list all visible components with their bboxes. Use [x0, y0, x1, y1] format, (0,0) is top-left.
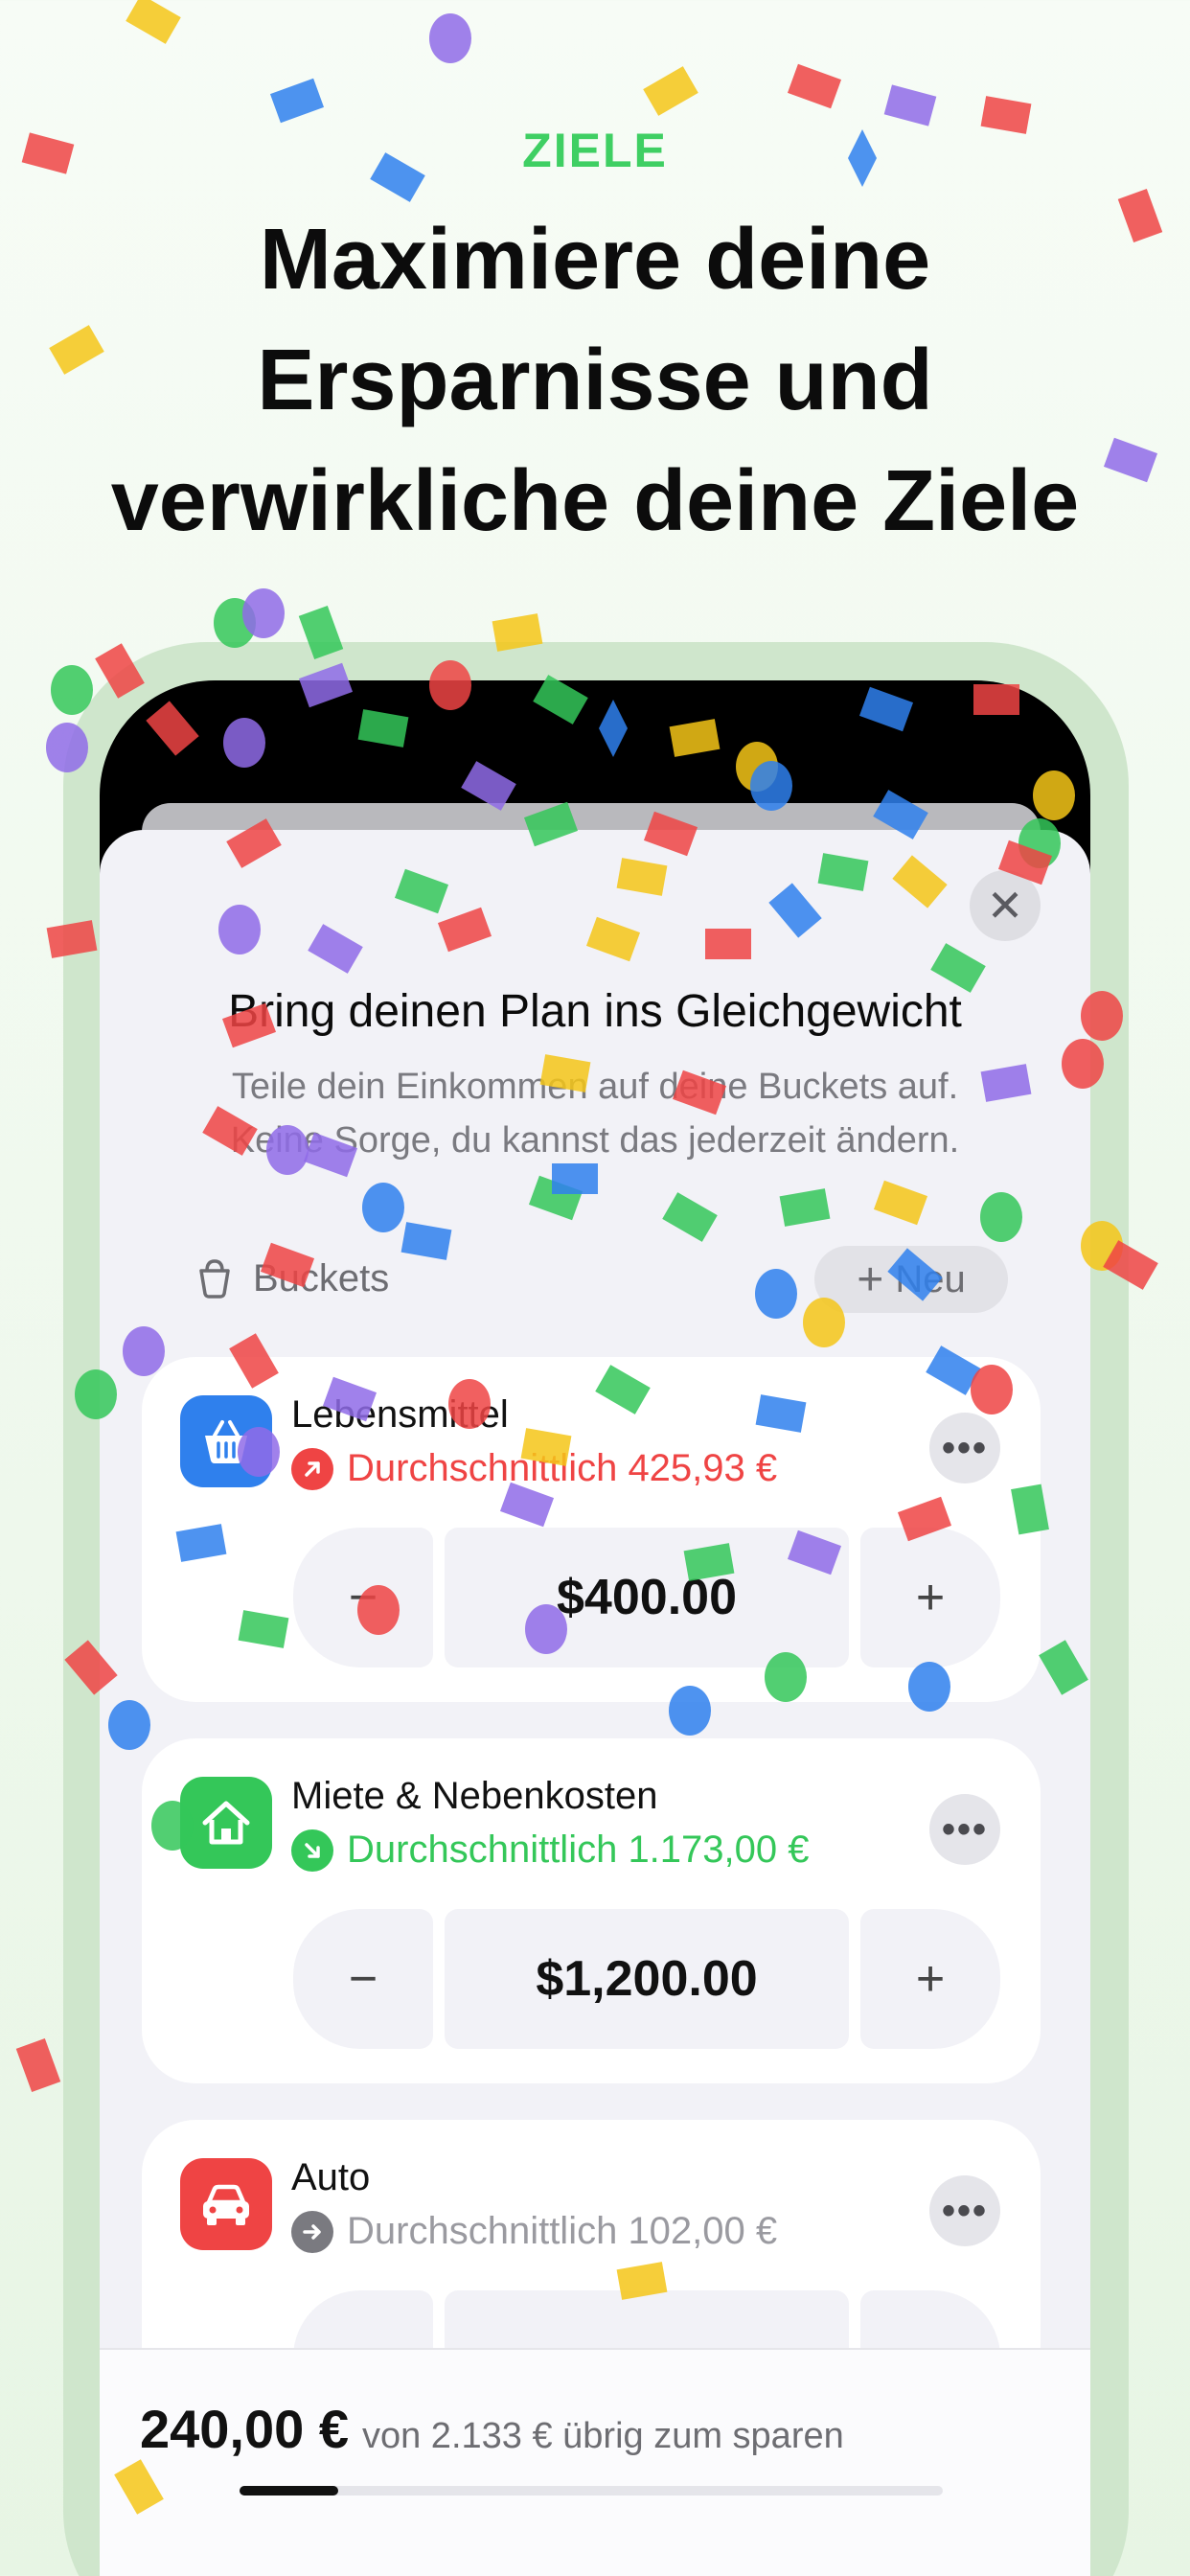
buckets-label: Buckets: [253, 1256, 390, 1300]
confetti-piece: [429, 13, 471, 63]
bucket-average: Durchschnittlich 425,93 €: [291, 1447, 777, 1490]
confetti-piece: [242, 588, 285, 638]
trend-down-icon: [291, 1828, 333, 1872]
headline-block: ZIELE Maximiere deine Ersparnisse und ve…: [0, 123, 1190, 562]
new-bucket-label: Neu: [895, 1257, 966, 1300]
bucket-average-text: Durchschnittlich 1.173,00 €: [347, 1828, 810, 1871]
amount-field[interactable]: $400.00: [445, 1528, 849, 1668]
ellipsis-icon: •••: [941, 1426, 988, 1469]
confetti-piece: [269, 78, 325, 124]
eyebrow-label: ZIELE: [522, 124, 668, 177]
more-options-button[interactable]: •••: [929, 1413, 1000, 1484]
remaining-description: von 2.133 € übrig zum sparen: [361, 2416, 844, 2456]
trend-up-icon: [291, 1447, 333, 1490]
close-icon: ✕: [986, 881, 1024, 931]
savings-summary: 240,00 € von 2.133 € übrig zum sparen: [140, 2398, 844, 2460]
bucket-card-lebensmittel: Lebensmittel Durchschnittlich 425,93 € •…: [142, 1357, 1041, 1702]
remaining-amount: 240,00 €: [140, 2399, 349, 2459]
summary-footer: [100, 2348, 1090, 2576]
sheet-title: Bring deinen Plan ins Gleichgewicht: [228, 986, 962, 1037]
bucket-average: Durchschnittlich 1.173,00 €: [291, 1828, 810, 1872]
headline-line-2: Ersparnisse und: [257, 333, 933, 428]
minus-icon: −: [348, 1951, 378, 2007]
decrease-button[interactable]: −: [293, 1909, 433, 2049]
savings-progress-bar: [240, 2486, 943, 2496]
sheet-subtitle: Teile dein Einkommen auf deine Buckets a…: [144, 1060, 1046, 1167]
close-button[interactable]: ✕: [970, 870, 1041, 941]
confetti-piece: [126, 0, 181, 44]
ellipsis-icon: •••: [941, 1807, 988, 1851]
minus-icon: −: [348, 1570, 378, 1625]
increase-button[interactable]: +: [860, 1909, 1000, 2049]
confetti-piece: [214, 598, 256, 648]
basket-icon: [180, 1395, 272, 1487]
plus-icon: +: [915, 1951, 946, 2007]
plus-icon: +: [857, 1254, 884, 1305]
house-icon: [180, 1777, 272, 1869]
savings-progress-fill: [240, 2486, 338, 2496]
bucket-average-text: Durchschnittlich 102,00 €: [347, 2210, 778, 2252]
confetti-piece: [643, 66, 698, 116]
ellipsis-icon: •••: [941, 2189, 988, 2232]
bucket-name: Lebensmittel: [291, 1393, 509, 1436]
buckets-section-header: Buckets: [192, 1255, 389, 1301]
headline: Maximiere deine Ersparnisse und verwirkl…: [0, 199, 1190, 562]
decrease-button[interactable]: −: [293, 1528, 433, 1668]
trend-flat-icon: [291, 2210, 333, 2253]
headline-line-3: verwirkliche deine Ziele: [110, 453, 1080, 549]
headline-line-1: Maximiere deine: [259, 212, 931, 308]
plus-icon: +: [915, 1570, 946, 1625]
confetti-piece: [883, 84, 937, 126]
car-icon: [180, 2158, 272, 2250]
amount-field[interactable]: $1,200.00: [445, 1909, 849, 2049]
bucket-average-text: Durchschnittlich 425,93 €: [347, 1447, 778, 1489]
bucket-name: Miete & Nebenkosten: [291, 1775, 658, 1817]
confetti-piece: [787, 63, 842, 109]
sheet-subtitle-line-1: Teile dein Einkommen auf deine Buckets a…: [231, 1067, 959, 1107]
more-options-button[interactable]: •••: [929, 1794, 1000, 1865]
sheet-subtitle-line-2: Keine Sorge, du kannst das jederzeit änd…: [230, 1120, 960, 1161]
new-bucket-button[interactable]: + Neu: [814, 1246, 1008, 1313]
confetti-piece: [15, 2037, 61, 2093]
increase-button[interactable]: +: [860, 1528, 1000, 1668]
bucket-name: Auto: [291, 2156, 371, 2198]
bucket-card-miete: Miete & Nebenkosten Durchschnittlich 1.1…: [142, 1738, 1041, 2083]
bucket-icon: [199, 1259, 230, 1299]
more-options-button[interactable]: •••: [929, 2175, 1000, 2246]
bucket-average: Durchschnittlich 102,00 €: [291, 2210, 777, 2253]
